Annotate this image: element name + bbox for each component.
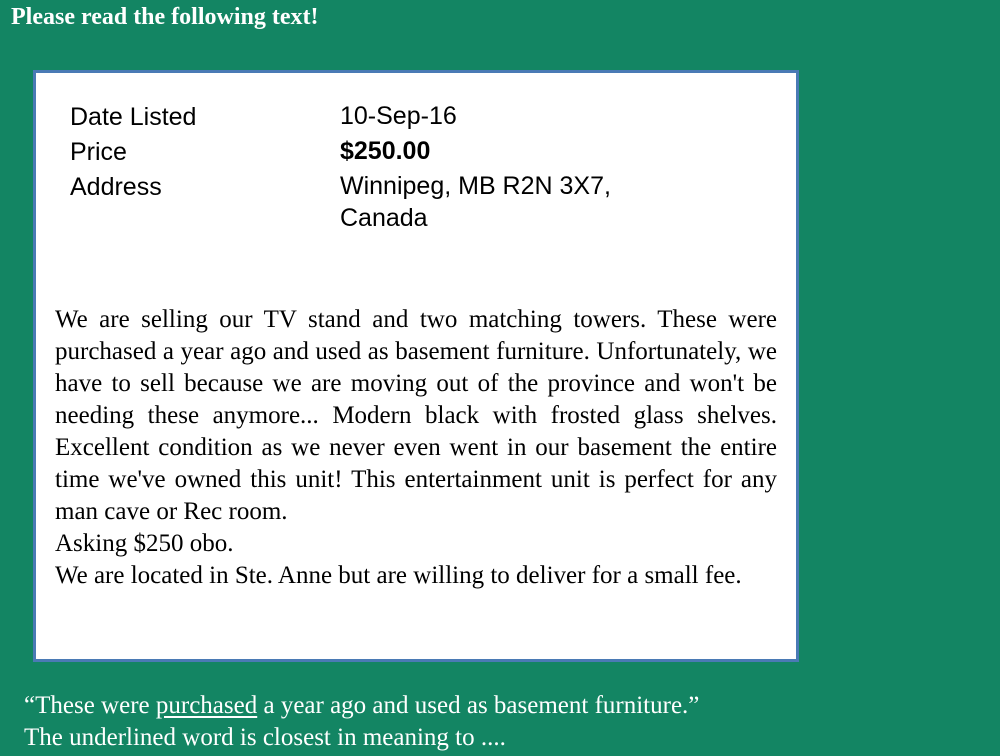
delivery-line: We are located in Ste. Anne but are will… xyxy=(55,562,742,589)
listing-description: We are selling our TV stand and two matc… xyxy=(55,304,777,592)
date-listed-label: Date Listed xyxy=(70,103,197,131)
price-value: $250.00 xyxy=(340,137,431,165)
address-value: Winnipeg, MB R2N 3X7, Canada xyxy=(340,172,611,232)
underlined-word: purchased xyxy=(155,692,258,719)
asking-price-line: Asking $250 obo. xyxy=(55,530,234,557)
description-paragraph: We are selling our TV stand and two matc… xyxy=(55,306,777,525)
quote-before: “These were xyxy=(24,692,156,719)
quote-after: a year ago and used as basement furnitur… xyxy=(257,692,700,719)
address-label: Address xyxy=(70,173,162,201)
question-quote: “These were purchased a year ago and use… xyxy=(24,690,699,722)
date-listed-value: 10-Sep-16 xyxy=(340,102,457,130)
page-heading: Please read the following text! xyxy=(11,4,319,30)
listing-card: Date Listed 10-Sep-16 Price $250.00 Addr… xyxy=(33,70,799,662)
price-label: Price xyxy=(70,138,127,166)
question-prompt: The underlined word is closest in meanin… xyxy=(24,724,506,751)
